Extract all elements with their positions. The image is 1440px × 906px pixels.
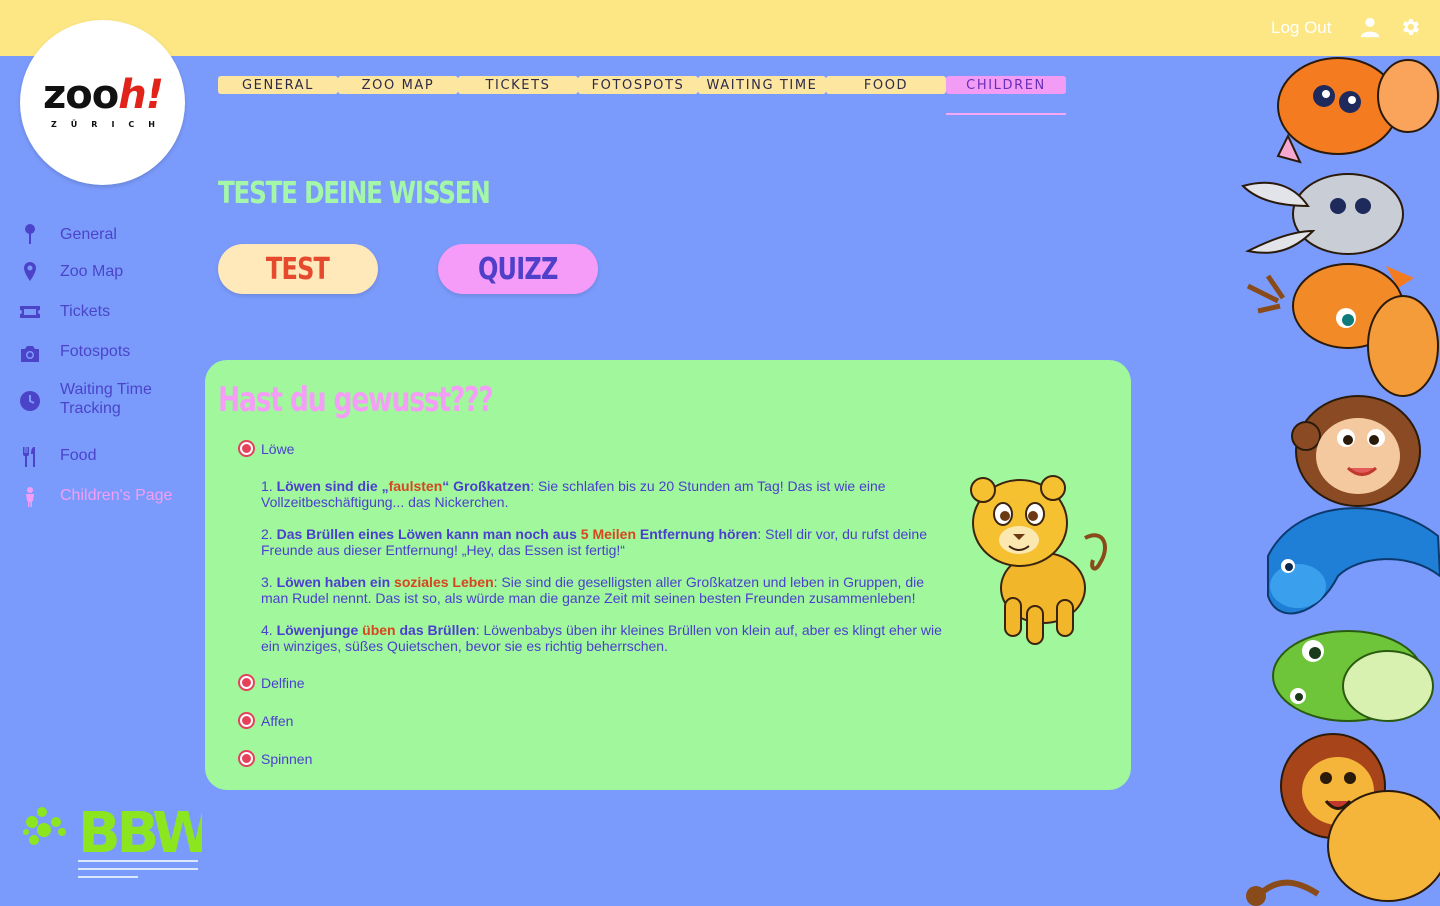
sidebar-item-label: Fotospots: [60, 343, 131, 360]
sidebar-item-label: Children's Page: [60, 487, 173, 504]
logout-link[interactable]: Log Out: [1271, 18, 1332, 38]
tab-general[interactable]: GENERAL: [218, 76, 338, 94]
cutlery-icon: [23, 447, 35, 467]
tab-fotospots[interactable]: FOTOSPOTS: [578, 76, 698, 94]
radio-icon[interactable]: [238, 674, 255, 691]
radio-icon[interactable]: [238, 712, 255, 729]
option-label: Affen: [261, 712, 294, 729]
top-bar: Log Out: [0, 0, 1440, 56]
tab-tickets[interactable]: TICKETS: [458, 76, 578, 94]
svg-text:BBW: BBW: [78, 801, 202, 866]
sidebar-item-label: Waiting Time Tracking: [60, 381, 152, 417]
option-loewe[interactable]: Löwe: [238, 440, 294, 457]
sidebar-item-label: Zoo Map: [60, 263, 124, 280]
tab-children[interactable]: CHILDREN: [946, 76, 1066, 94]
sidebar-item-waiting-time[interactable]: Waiting Time Tracking: [18, 381, 152, 417]
sidebar-item-label: General: [60, 226, 117, 243]
tab-food[interactable]: FOOD: [826, 76, 946, 94]
fact-item: 2. Das Brüllen eines Löwen kann man noch…: [261, 526, 927, 558]
child-icon: [26, 487, 34, 507]
option-label: Löwe: [261, 440, 295, 457]
gear-icon[interactable]: [1399, 16, 1421, 38]
sidebar-item-zoo-map[interactable]: Zoo Map: [18, 260, 123, 284]
sidebar-item-fotospots[interactable]: Fotospots: [18, 342, 130, 366]
option-delfine[interactable]: Delfine: [238, 674, 305, 691]
option-label: Delfine: [261, 674, 305, 691]
cartoon-animals-illustration: [1241, 57, 1440, 906]
camera-icon: [21, 346, 39, 362]
clock-icon: [20, 391, 40, 411]
option-affen[interactable]: Affen: [238, 712, 293, 729]
active-tab-underline: [946, 113, 1066, 115]
pin-icon: [25, 224, 35, 244]
option-spinnen[interactable]: Spinnen: [238, 750, 312, 767]
page-title: TESTE DEINE WISSEN: [218, 176, 491, 211]
top-tabs: GENERAL ZOO MAP TICKETS FOTOSPOTS WAITIN…: [218, 76, 1066, 94]
option-label: Spinnen: [261, 750, 313, 767]
sidebar-item-label: Tickets: [60, 303, 111, 320]
zoo-zurich-logo[interactable]: zooh! ZÜRICH: [20, 20, 185, 185]
radio-icon[interactable]: [238, 440, 255, 457]
fact-item: 4. Löwenjunge üben das Brüllen: Löwenbab…: [261, 622, 942, 654]
sidebar-item-label: Food: [60, 447, 97, 464]
fact-card: Hast du gewusst??? Löwe 1. Löwen sind di…: [205, 360, 1131, 790]
facts-list: 1. Löwen sind die „faulsten“ Großkatzen:…: [261, 478, 951, 670]
sidebar-item-childrens-page[interactable]: Children's Page: [18, 485, 172, 509]
sidebar-item-food[interactable]: Food: [18, 445, 96, 469]
ticket-icon: [20, 306, 40, 318]
user-icon[interactable]: [1359, 16, 1381, 38]
bbw-logo: BBW: [23, 801, 202, 878]
fact-item: 1. Löwen sind die „faulsten“ Großkatzen:…: [261, 478, 886, 510]
test-button[interactable]: TEST: [218, 244, 378, 294]
logo-wordmark: zooh!: [43, 72, 164, 118]
fact-item: 3. Löwen haben ein soziales Leben: Sie s…: [261, 574, 925, 606]
logo-subtitle: ZÜRICH: [51, 120, 169, 129]
sidebar-item-tickets[interactable]: Tickets: [18, 300, 110, 324]
card-title: Hast du gewusst???: [218, 380, 494, 420]
tab-waiting-time[interactable]: WAITING TIME: [698, 76, 826, 94]
sidebar-item-general[interactable]: General: [18, 222, 117, 246]
tab-zoo-map[interactable]: ZOO MAP: [338, 76, 458, 94]
map-marker-icon: [24, 262, 36, 281]
quizz-button[interactable]: QUIZZ: [438, 244, 598, 294]
lion-cub-illustration: [970, 475, 1107, 645]
radio-icon[interactable]: [238, 750, 255, 767]
